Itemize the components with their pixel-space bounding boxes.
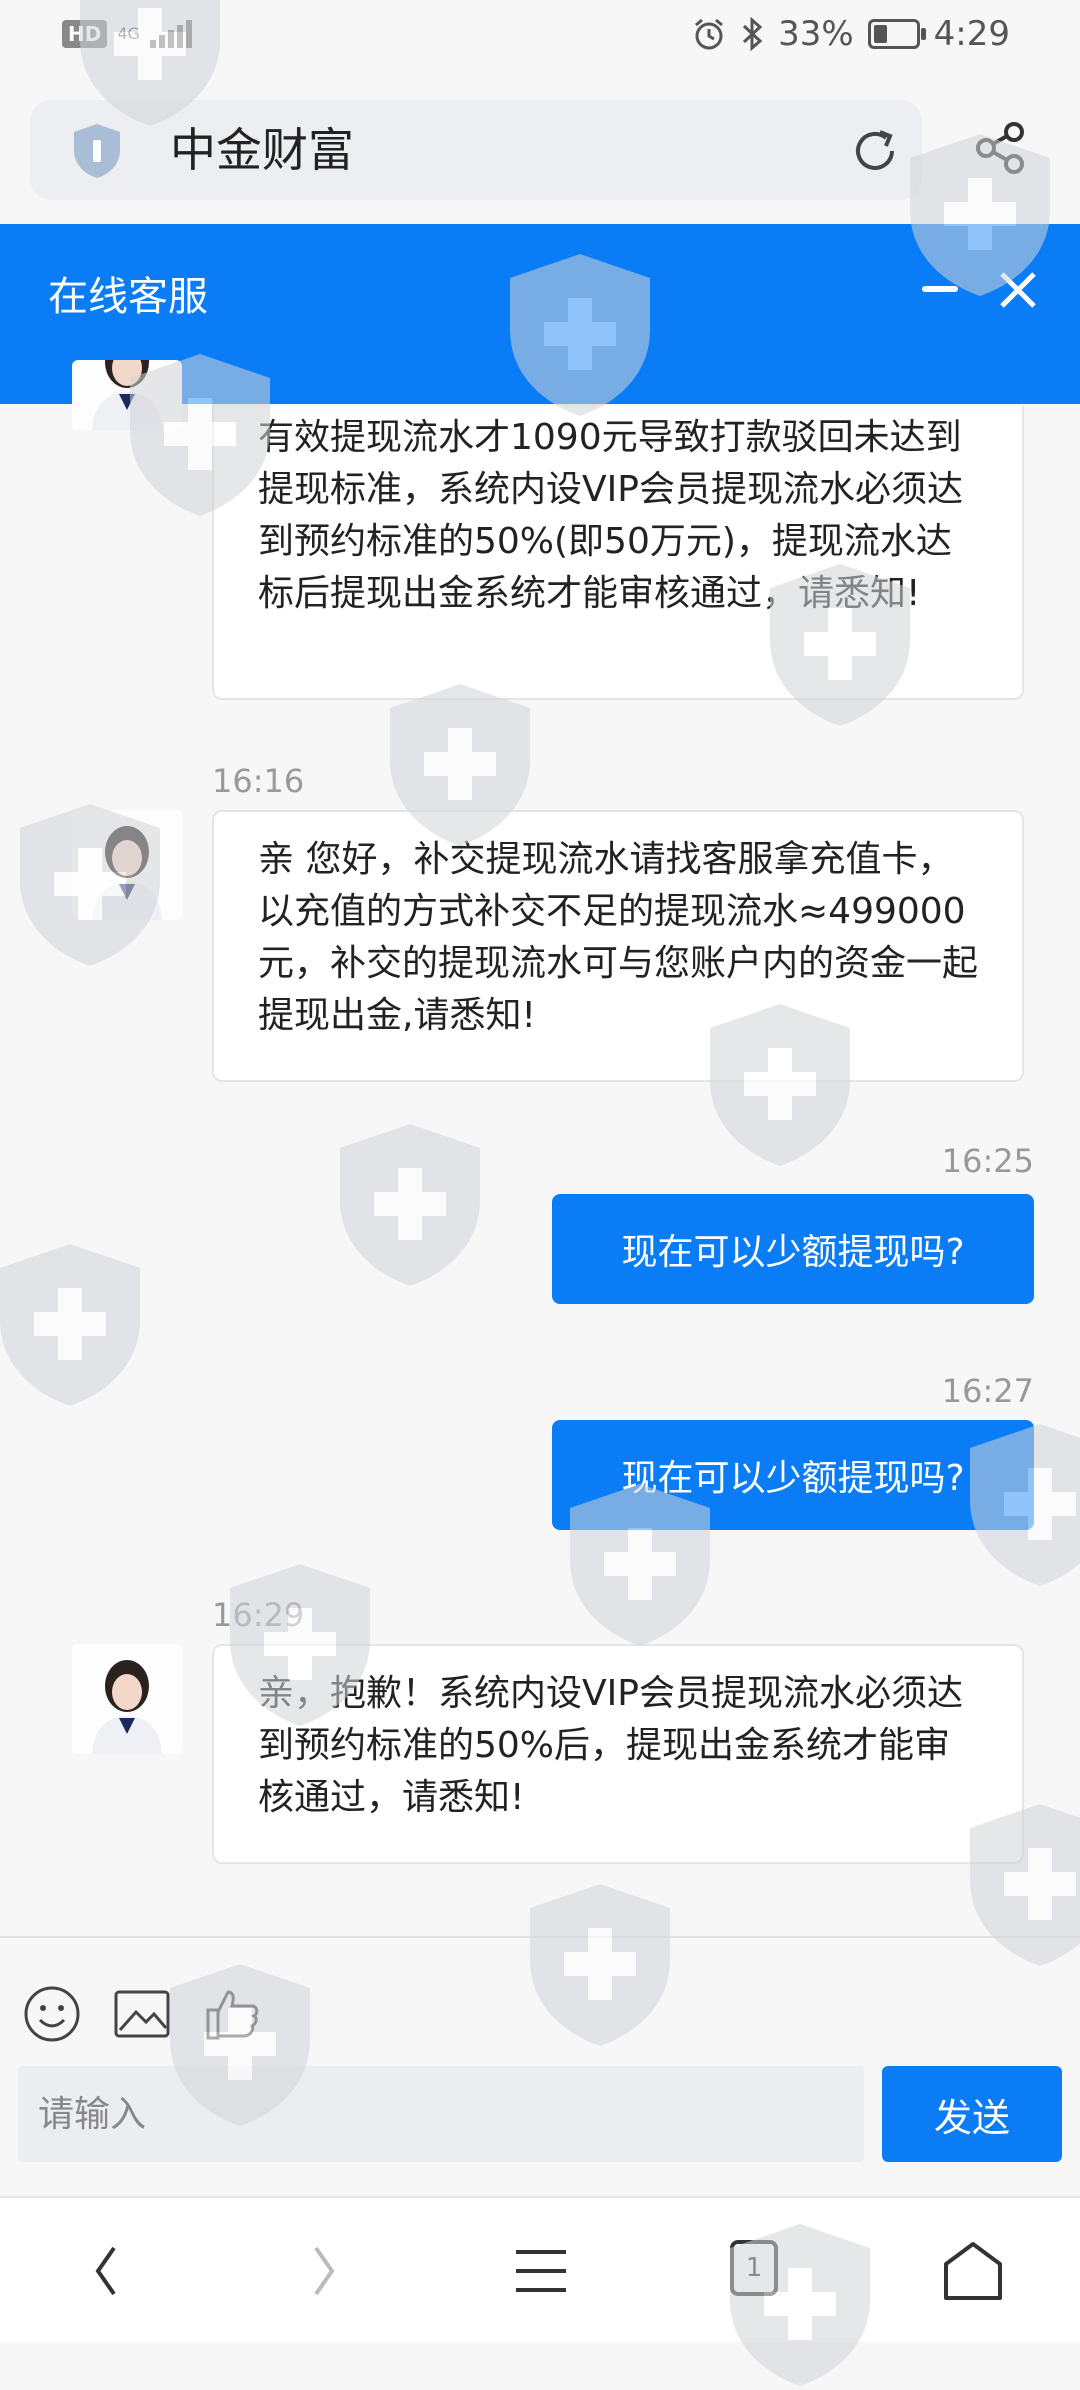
agent-avatar	[72, 810, 182, 920]
signal-icon	[149, 20, 192, 48]
back-icon[interactable]	[72, 2236, 142, 2306]
site-title: 中金财富	[170, 123, 354, 177]
share-icon[interactable]	[970, 118, 1030, 178]
reload-icon[interactable]	[848, 124, 902, 178]
menu-icon[interactable]	[506, 2236, 576, 2306]
image-icon[interactable]	[112, 1984, 172, 2044]
hd-badge: HD	[62, 20, 108, 48]
message-text: 有效提现流水才1090元导致打款驳回未达到提现标准，系统内设VIP会员提现流水必…	[258, 417, 963, 614]
message-time: 16:16	[212, 762, 305, 800]
message-time: 16:27	[941, 1372, 1034, 1410]
agent-avatar	[72, 1644, 182, 1754]
status-bar: HD 4G 33% 4:29	[0, 0, 1080, 80]
shield-icon	[74, 124, 120, 178]
message-time: 16:25	[941, 1142, 1034, 1180]
home-icon[interactable]	[938, 2236, 1008, 2306]
minimize-button[interactable]	[922, 286, 958, 292]
message-time: 16:29	[212, 1596, 305, 1634]
message-text: 现在可以少额提现吗?	[621, 1458, 965, 1499]
agent-avatar	[72, 360, 182, 430]
user-message: 现在可以少额提现吗?	[552, 1194, 1034, 1304]
watermark-shield-icon	[340, 1124, 480, 1286]
network-type: 4G	[117, 24, 140, 43]
message-text: 亲 您好，补交提现流水请找客服拿充值卡，以充值的方式补交不足的提现流水≈4990…	[258, 839, 979, 1036]
bluetooth-icon	[743, 17, 763, 51]
status-right: 33% 4:29	[692, 14, 1010, 54]
agent-message: 有效提现流水才1090元导致打款驳回未达到提现标准，系统内设VIP会员提现流水必…	[212, 406, 1024, 700]
watermark-shield-icon	[0, 1244, 140, 1406]
clock: 4:29	[933, 14, 1010, 54]
status-left: HD 4G	[62, 20, 192, 48]
thumbs-up-icon[interactable]	[204, 1984, 264, 2044]
message-text: 亲，抱歉！系统内设VIP会员提现流水必须达到预约标准的50%后，提现出金系统才能…	[258, 1673, 963, 1818]
send-button[interactable]: 发送	[882, 2066, 1062, 2162]
agent-message: 亲，抱歉！系统内设VIP会员提现流水必须达到预约标准的50%后，提现出金系统才能…	[212, 1644, 1024, 1864]
close-icon[interactable]	[996, 268, 1040, 312]
address-bar[interactable]: 中金财富	[30, 100, 922, 200]
alarm-icon	[695, 18, 724, 50]
message-input[interactable]	[18, 2066, 864, 2162]
agent-message: 亲 您好，补交提现流水请找客服拿充值卡，以充值的方式补交不足的提现流水≈4990…	[212, 810, 1024, 1082]
forward-icon[interactable]	[288, 2236, 358, 2306]
message-text: 现在可以少额提现吗?	[621, 1232, 965, 1273]
user-message: 现在可以少额提现吗?	[552, 1420, 1034, 1530]
chat-title: 在线客服	[48, 274, 208, 320]
battery-icon	[867, 19, 926, 49]
tabs-button[interactable]: 1	[730, 2240, 778, 2296]
emoji-icon[interactable]	[22, 1984, 82, 2044]
battery-percent: 33%	[778, 14, 854, 54]
